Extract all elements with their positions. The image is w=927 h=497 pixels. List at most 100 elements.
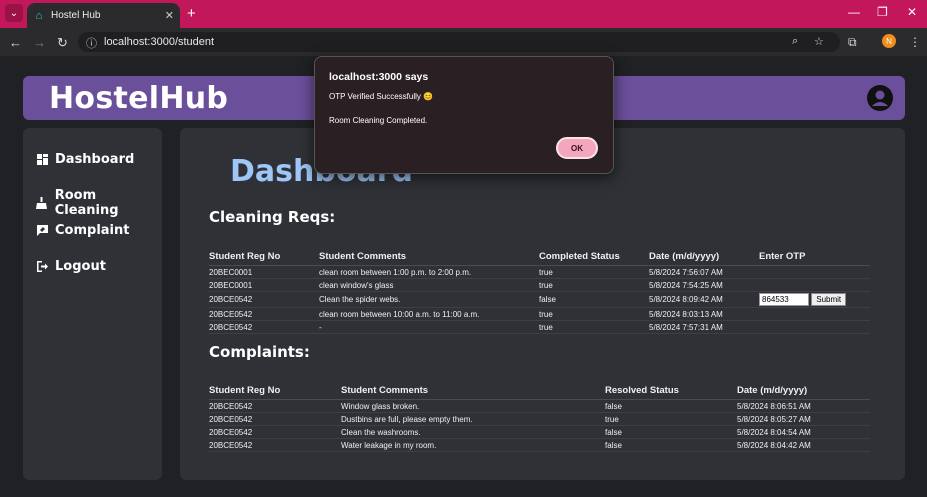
column-header: Date (m/d/yyyy) [737,383,870,400]
minimize-icon[interactable]: — [848,5,860,19]
window-close-icon[interactable]: ✕ [907,5,917,19]
dialog-message-cleaning: Room Cleaning Completed. [329,116,428,125]
date-cell: 5/8/2024 7:54:25 AM [649,278,759,292]
zoom-icon[interactable]: ⌕ [792,35,798,48]
status-cell: true [539,320,649,334]
column-header: Enter OTP [759,249,870,266]
column-header: Student Reg No [209,383,341,400]
comment-cell: Dustbins are full, please empty them. [341,412,605,426]
date-cell: 5/8/2024 8:06:51 AM [737,399,870,413]
otp-cell [759,265,870,279]
complaints-table: Student Reg No Student Comments Resolved… [209,383,870,452]
sidebar-item-label: Logout [55,259,106,274]
comment-cell: Clean the spider webs. [319,291,539,308]
browser-menu-icon[interactable]: ⋮ [909,35,921,49]
date-cell: 5/8/2024 8:04:42 AM [737,438,870,452]
app-logo: HostelHub [49,81,229,116]
tab-search-button[interactable]: ⌄ [5,4,23,22]
otp-cell [759,320,870,334]
date-cell: 5/8/2024 8:04:54 AM [737,425,870,439]
status-cell: true [605,412,737,426]
browser-tab[interactable]: ⌂ Hostel Hub ✕ [27,3,180,28]
comment-cell: Clean the washrooms. [341,425,605,439]
otp-cell: Submit [759,291,870,308]
reg-no-cell: 20BCE0542 [209,399,341,413]
comment-cell: Water leakage in my room. [341,438,605,452]
column-header: Student Comments [319,249,539,266]
table-row: 20BCE0542 Dustbins are full, please empt… [209,412,870,426]
site-info-icon[interactable]: ⓘ [86,35,97,51]
column-header: Completed Status [539,249,649,266]
cleaning-table: Student Reg No Student Comments Complete… [209,249,870,334]
table-row: 20BCE0542 - true 5/8/2024 7:57:31 AM [209,320,870,334]
logout-icon [36,261,48,273]
reg-no-cell: 20BCE0542 [209,291,319,308]
status-cell: false [605,438,737,452]
bookmark-star-icon[interactable]: ☆ [814,35,824,48]
column-header: Resolved Status [605,383,737,400]
dialog-title: localhost:3000 says [329,71,429,83]
date-cell: 5/8/2024 8:09:42 AM [649,291,759,308]
user-avatar-icon[interactable] [867,85,893,111]
date-cell: 5/8/2024 8:03:13 AM [649,307,759,321]
dialog-message-otp: OTP Verified Successfully 😊 [329,92,434,101]
dialog-ok-button[interactable]: OK [556,137,598,159]
column-header: Date (m/d/yyyy) [649,249,759,266]
sidebar-item-label: Complaint [55,223,130,238]
submit-otp-button[interactable]: Submit [811,293,847,306]
table-row: 20BCE0542 Clean the washrooms. false 5/8… [209,425,870,439]
date-cell: 5/8/2024 8:05:27 AM [737,412,870,426]
reg-no-cell: 20BCE0542 [209,412,341,426]
otp-input[interactable] [759,293,809,306]
browser-tab-bar: ⌄ ⌂ Hostel Hub ✕ + — ❐ ✕ [0,0,927,28]
table-row: 20BEC0001 clean window's glass true 5/8/… [209,278,870,292]
hostel-favicon-icon: ⌂ [35,9,43,22]
comment-cell: - [319,320,539,334]
table-header-row: Student Reg No Student Comments Complete… [209,249,870,266]
restore-icon[interactable]: ❐ [877,5,888,19]
extensions-icon[interactable]: ⧉ [848,35,857,50]
sidebar-item-label: Dashboard [55,152,135,167]
sidebar-item-label: Room Cleaning [54,188,119,218]
sidebar-item-logout[interactable]: Logout [36,259,106,274]
address-bar[interactable]: ⓘ localhost:3000/student ⌕ ☆ [78,32,840,52]
dashboard-icon [36,154,48,166]
table-row: 20BEC0001 clean room between 1:00 p.m. t… [209,265,870,279]
main-panel: Dashboard Cleaning Reqs: Student Reg No … [180,128,905,480]
status-cell: true [539,307,649,321]
forward-arrow-icon[interactable]: → [33,35,46,50]
comment-cell: clean room between 10:00 a.m. to 11:00 a… [319,307,539,321]
table-row: 20BCE0542 Clean the spider webs. false 5… [209,291,870,308]
sidebar-item-complaint[interactable]: Complaint [36,223,129,238]
sidebar-item-dashboard[interactable]: Dashboard [36,152,134,167]
browser-toolbar: ← → ↻ ⓘ localhost:3000/student ⌕ ☆ ⧉ [0,28,927,56]
sidebar: Dashboard Room Cleaning Complaint Logout [23,128,162,480]
new-tab-button[interactable]: + [187,5,196,22]
reg-no-cell: 20BEC0001 [209,278,319,292]
table-header-row: Student Reg No Student Comments Resolved… [209,383,870,400]
reg-no-cell: 20BEC0001 [209,265,319,279]
date-cell: 5/8/2024 7:56:07 AM [649,265,759,279]
otp-cell [759,307,870,321]
reg-no-cell: 20BCE0542 [209,425,341,439]
reload-icon[interactable]: ↻ [57,35,68,51]
reg-no-cell: 20BCE0542 [209,438,341,452]
table-row: 20BCE0542 clean room between 10:00 a.m. … [209,307,870,321]
table-row: 20BCE0542 Water leakage in my room. fals… [209,438,870,452]
tab-close-icon[interactable]: ✕ [165,9,174,22]
date-cell: 5/8/2024 7:57:31 AM [649,320,759,334]
status-cell: false [605,425,737,439]
back-arrow-icon[interactable]: ← [9,35,22,50]
complaint-icon [36,225,48,237]
column-header: Student Reg No [209,249,319,266]
profile-avatar[interactable]: N [882,34,896,48]
comment-cell: clean room between 1:00 p.m. to 2:00 p.m… [319,265,539,279]
alert-dialog: localhost:3000 says OTP Verified Success… [314,56,614,174]
otp-cell [759,278,870,292]
reg-no-cell: 20BCE0542 [209,320,319,334]
table-row: 20BCE0542 Window glass broken. false 5/8… [209,399,870,413]
broom-icon [36,197,48,209]
comment-cell: Window glass broken. [341,399,605,413]
sidebar-item-room-cleaning[interactable]: Room Cleaning [36,188,162,218]
tab-title: Hostel Hub [51,10,101,21]
